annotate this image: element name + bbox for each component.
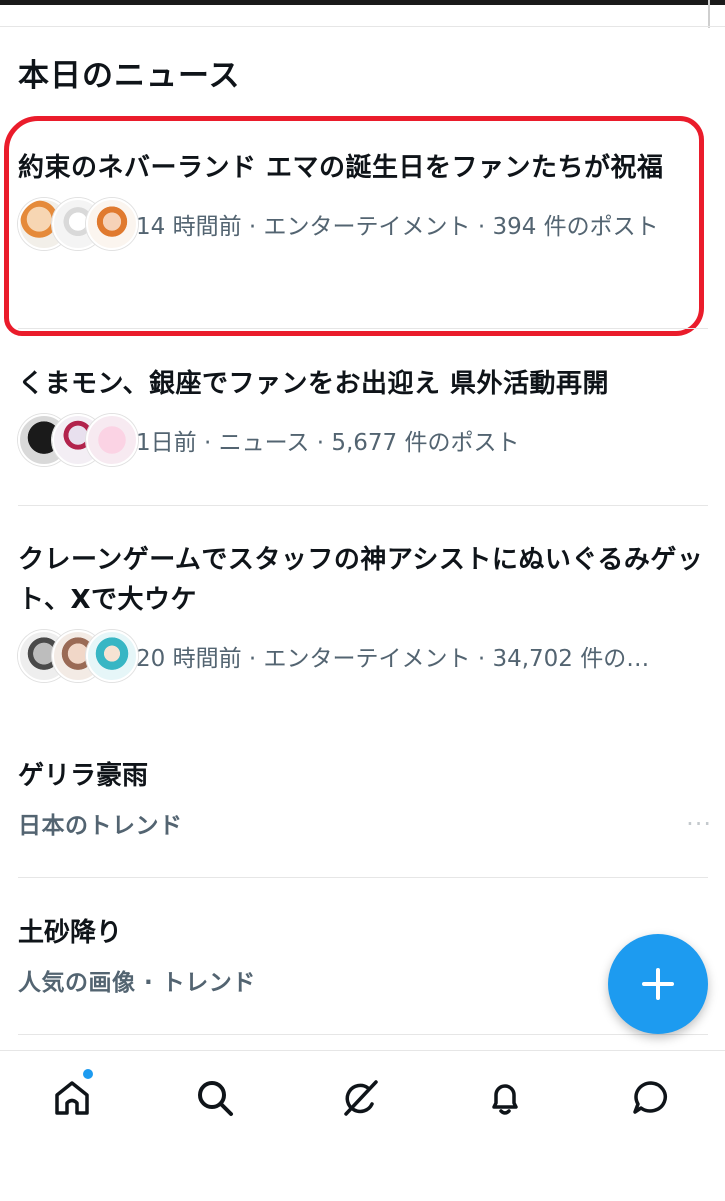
trend-subtitle: 日本のトレンド — [18, 813, 183, 839]
trend-subtitle: 人気の画像 · トレンド — [18, 970, 256, 996]
trend-item[interactable]: ゲリラ豪雨 日本のトレンド ··· — [18, 756, 711, 840]
nav-messages[interactable] — [626, 1073, 676, 1123]
status-bar-edge — [0, 0, 725, 5]
notification-dot — [83, 1069, 93, 1079]
news-meta-row: 14 時間前 · エンターテイメント · 394 件のポスト — [18, 198, 708, 250]
divider — [18, 877, 708, 878]
bottom-navigation — [0, 1050, 725, 1201]
trend-item[interactable]: 土砂降り 人気の画像 · トレンド — [18, 913, 708, 997]
trend-title[interactable]: ゲリラ豪雨 — [18, 756, 708, 796]
divider — [18, 328, 708, 329]
section-title: 本日のニュース — [18, 58, 241, 94]
news-item[interactable]: くまモン、銀座でファンをお出迎え 県外活動再開 1日前 · ニュース · 5,6… — [18, 364, 708, 466]
grok-icon — [344, 1080, 378, 1116]
bell-icon — [492, 1084, 518, 1115]
avatar — [86, 630, 138, 682]
news-item[interactable]: 約束のネバーランド エマの誕生日をファンたちが祝福 14 時間前 · エンターテ… — [18, 148, 708, 250]
trend-title[interactable]: 土砂降り — [18, 913, 708, 953]
avatar-stack — [18, 414, 138, 466]
news-title[interactable]: 約束のネバーランド エマの誕生日をファンたちが祝福 — [18, 148, 708, 188]
messages-icon — [633, 1081, 667, 1114]
nav-notifications[interactable] — [480, 1073, 530, 1123]
avatar-stack — [18, 198, 138, 250]
scroll-indicator — [708, 0, 710, 28]
home-icon — [55, 1081, 89, 1115]
divider — [18, 505, 708, 506]
news-item[interactable]: クレーンゲームでスタッフの神アシストにぬいぐるみゲット、Xで大ウケ 20 時間前… — [18, 540, 708, 682]
divider — [18, 1034, 708, 1035]
nav-home[interactable] — [47, 1069, 97, 1123]
compose-button[interactable] — [608, 934, 708, 1034]
news-meta: 20 時間前 · エンターテイメント · 34,702 件の… — [136, 646, 650, 672]
news-meta-row: 20 時間前 · エンターテイメント · 34,702 件の… — [18, 630, 708, 682]
news-meta: 1日前 · ニュース · 5,677 件のポスト — [136, 430, 520, 456]
search-icon — [198, 1081, 233, 1116]
news-meta-row: 1日前 · ニュース · 5,677 件のポスト — [18, 414, 708, 466]
avatar-stack — [18, 630, 138, 682]
plus-icon — [642, 968, 674, 1000]
news-title[interactable]: くまモン、銀座でファンをお出迎え 県外活動再開 — [18, 364, 708, 404]
more-options-icon[interactable]: ··· — [686, 810, 712, 838]
news-title[interactable]: クレーンゲームでスタッフの神アシストにぬいぐるみゲット、Xで大ウケ — [18, 540, 708, 620]
avatar — [86, 414, 138, 466]
news-meta: 14 時間前 · エンターテイメント · 394 件のポスト — [136, 214, 659, 240]
top-divider — [0, 26, 725, 27]
nav-search[interactable] — [190, 1073, 240, 1123]
avatar — [86, 198, 138, 250]
nav-grok[interactable] — [335, 1073, 385, 1123]
